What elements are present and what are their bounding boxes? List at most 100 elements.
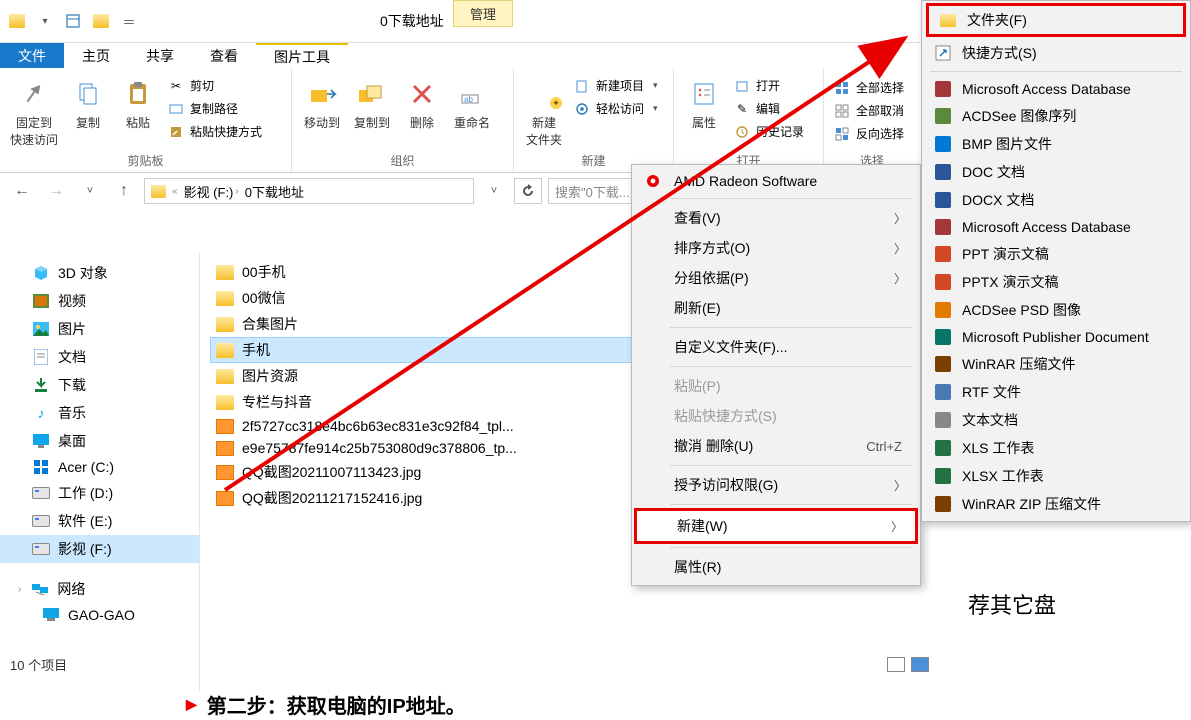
qat-folder-icon[interactable]	[90, 10, 112, 32]
drive-icon	[32, 513, 50, 529]
ctx-customize[interactable]: 自定义文件夹(F)...	[634, 332, 918, 362]
x-icon	[406, 78, 438, 110]
recent-dropdown[interactable]: ˅	[76, 177, 104, 205]
tree-pictures[interactable]: 图片	[0, 315, 199, 343]
submenu-item[interactable]: Microsoft Publisher Document	[924, 324, 1188, 350]
rename-button[interactable]: ab重命名	[448, 72, 496, 131]
qat-dropdown-icon[interactable]: ▾	[34, 10, 56, 32]
submenu-item[interactable]: Microsoft Access Database	[924, 214, 1188, 240]
acd-icon	[934, 107, 952, 125]
submenu-item[interactable]: RTF 文件	[924, 378, 1188, 406]
tab-home[interactable]: 主页	[64, 43, 128, 68]
select-all-icon	[834, 80, 850, 96]
tab-picture-tools[interactable]: 图片工具	[256, 43, 348, 68]
new-item-button[interactable]: 新建项目▾	[570, 76, 662, 95]
new-folder-icon: ✦	[528, 78, 560, 110]
edit-button[interactable]: ✎编辑	[730, 99, 808, 118]
tree-desktop[interactable]: 桌面	[0, 427, 199, 455]
ctx-sort[interactable]: 排序方式(O)〉	[634, 233, 918, 263]
pin-button[interactable]: 固定到 快速访问	[6, 72, 62, 148]
paste-button[interactable]: 粘贴	[114, 72, 162, 131]
delete-button[interactable]: 删除	[398, 72, 446, 131]
easy-access-button[interactable]: 轻松访问▾	[570, 99, 662, 118]
submenu-item[interactable]: 文本文档	[924, 406, 1188, 434]
submenu-item[interactable]: DOCX 文档	[924, 186, 1188, 214]
address-bar[interactable]: « 影视 (F:)› 0下载地址	[144, 178, 474, 204]
open-icon	[734, 78, 750, 94]
history-button[interactable]: 历史记录	[730, 122, 808, 141]
new-submenu: 文件夹(F)快捷方式(S)Microsoft Access DatabaseAC…	[921, 0, 1191, 522]
submenu-item[interactable]: 文件夹(F)	[929, 6, 1183, 34]
submenu-item[interactable]: BMP 图片文件	[924, 130, 1188, 158]
tree-documents[interactable]: 文档	[0, 343, 199, 371]
nav-tree[interactable]: 3D 对象 视频 图片 文档 下载 ♪音乐 桌面 Acer (C:) 工作 (D…	[0, 253, 200, 692]
submenu-item[interactable]: ACDSee 图像序列	[924, 102, 1188, 130]
ctx-view[interactable]: 查看(V)〉	[634, 203, 918, 233]
invert-selection-button[interactable]: 反向选择	[830, 124, 908, 143]
qat-eq-icon[interactable]: ＝	[118, 10, 140, 32]
address-dropdown[interactable]: ˅	[480, 177, 508, 205]
breadcrumb-seg[interactable]: 0下载地址	[245, 182, 304, 201]
ctx-group[interactable]: 分组依据(P)〉	[634, 263, 918, 293]
new-folder-button[interactable]: ✦新建 文件夹	[520, 72, 568, 148]
tab-view[interactable]: 查看	[192, 43, 256, 68]
cut-button[interactable]: ✂剪切	[164, 76, 266, 95]
tree-acer[interactable]: Acer (C:)	[0, 455, 199, 479]
properties-button[interactable]: 属性	[680, 72, 728, 131]
docx-icon	[934, 191, 952, 209]
submenu-item[interactable]: ACDSee PSD 图像	[924, 296, 1188, 324]
tab-file[interactable]: 文件	[0, 43, 64, 68]
ctx-refresh[interactable]: 刷新(E)	[634, 293, 918, 323]
submenu-item[interactable]: WinRAR 压缩文件	[924, 350, 1188, 378]
open-button[interactable]: 打开	[730, 76, 808, 95]
ctx-properties[interactable]: 属性(R)	[634, 552, 918, 582]
tree-network[interactable]: ›网络	[0, 575, 199, 603]
qat-prop-icon[interactable]	[62, 10, 84, 32]
ctx-new[interactable]: 新建(W)〉	[637, 511, 915, 541]
submenu-item[interactable]: DOC 文档	[924, 158, 1188, 186]
breadcrumb-seg[interactable]: 影视 (F:)›	[184, 182, 239, 201]
move-to-button[interactable]: 移动到	[298, 72, 346, 131]
submenu-item[interactable]: PPT 演示文稿	[924, 240, 1188, 268]
submenu-item[interactable]: XLS 工作表	[924, 434, 1188, 462]
tree-downloads[interactable]: 下载	[0, 371, 199, 399]
submenu-label: PPT 演示文稿	[962, 244, 1049, 264]
tree-work[interactable]: 工作 (D:)	[0, 479, 199, 507]
invert-icon	[834, 126, 850, 142]
tab-share[interactable]: 共享	[128, 43, 192, 68]
tree-gao[interactable]: GAO-GAO	[0, 603, 199, 627]
copy-to-button[interactable]: 复制到	[348, 72, 396, 131]
select-none-icon	[834, 103, 850, 119]
forward-button[interactable]: →	[42, 177, 70, 205]
submenu-item[interactable]: PPTX 演示文稿	[924, 268, 1188, 296]
tree-music[interactable]: ♪音乐	[0, 399, 199, 427]
ctx-grant-access[interactable]: 授予访问权限(G)〉	[634, 470, 918, 500]
cube-icon	[32, 265, 50, 281]
up-button[interactable]: ↑	[110, 177, 138, 205]
back-button[interactable]: ←	[8, 177, 36, 205]
ppt-icon	[934, 245, 952, 263]
tree-video[interactable]: 视频	[0, 287, 199, 315]
ctx-undo[interactable]: 撤消 删除(U)Ctrl+Z	[634, 431, 918, 461]
ctx-amd[interactable]: AMD Radeon Software	[634, 168, 918, 194]
select-all-button[interactable]: 全部选择	[830, 78, 908, 97]
properties-icon	[688, 78, 720, 110]
copy-path-button[interactable]: 复制路径	[164, 99, 266, 118]
submenu-item[interactable]: Microsoft Access Database	[924, 76, 1188, 102]
tree-soft[interactable]: 软件 (E:)	[0, 507, 199, 535]
tree-video-drive[interactable]: 影视 (F:)	[0, 535, 199, 563]
submenu-item[interactable]: WinRAR ZIP 压缩文件	[924, 490, 1188, 518]
access2-icon	[934, 218, 952, 236]
paste-shortcut-button[interactable]: 粘贴快捷方式	[164, 122, 266, 141]
details-view-icon[interactable]	[887, 657, 905, 672]
thumbnails-view-icon[interactable]	[911, 657, 929, 672]
refresh-button[interactable]	[514, 178, 542, 204]
submenu-item[interactable]: XLSX 工作表	[924, 462, 1188, 490]
chevron-right-icon: 〉	[894, 477, 906, 494]
select-none-button[interactable]: 全部取消	[830, 101, 908, 120]
submenu-label: XLSX 工作表	[962, 466, 1044, 486]
submenu-item[interactable]: 快捷方式(S)	[924, 39, 1188, 67]
copy-button[interactable]: 复制	[64, 72, 112, 131]
shortcut-icon	[168, 124, 184, 140]
tree-3d-objects[interactable]: 3D 对象	[0, 259, 199, 287]
